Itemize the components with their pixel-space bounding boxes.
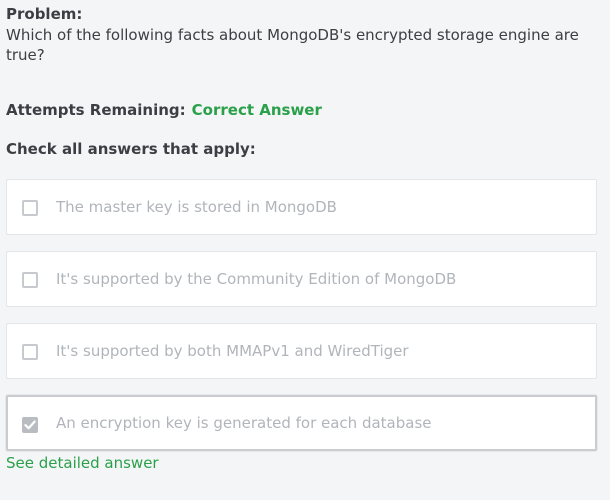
attempts-row: Attempts Remaining: Correct Answer: [6, 100, 598, 120]
problem-label: Problem:: [6, 5, 83, 23]
problem-panel: Problem: Which of the following facts ab…: [6, 4, 598, 467]
instructions-text: Check all answers that apply:: [6, 140, 256, 158]
answer-option-2[interactable]: It's supported by the Community Edition …: [6, 251, 597, 307]
checkbox-checked-icon[interactable]: [22, 417, 38, 433]
checkbox-unchecked-icon[interactable]: [22, 200, 38, 216]
answer-option-label: The master key is stored in MongoDB: [56, 198, 337, 216]
checkbox-unchecked-icon[interactable]: [22, 344, 38, 360]
checkbox-unchecked-icon[interactable]: [22, 272, 38, 288]
answer-option-label: An encryption key is generated for each …: [56, 414, 432, 432]
see-detailed-answer-link[interactable]: See detailed answer: [6, 453, 159, 473]
answer-option-label: It's supported by the Community Edition …: [56, 270, 457, 288]
attempts-label: Attempts Remaining:: [6, 101, 186, 119]
question-text: Which of the following facts about Mongo…: [6, 26, 579, 64]
answer-option-1[interactable]: The master key is stored in MongoDB: [6, 179, 597, 235]
answer-options: The master key is stored in MongoDB It's…: [6, 179, 598, 451]
answer-option-label: It's supported by both MMAPv1 and WiredT…: [56, 342, 409, 360]
answer-option-3[interactable]: It's supported by both MMAPv1 and WiredT…: [6, 323, 597, 379]
attempts-status: Correct Answer: [191, 101, 322, 119]
answer-option-4[interactable]: An encryption key is generated for each …: [6, 395, 597, 451]
